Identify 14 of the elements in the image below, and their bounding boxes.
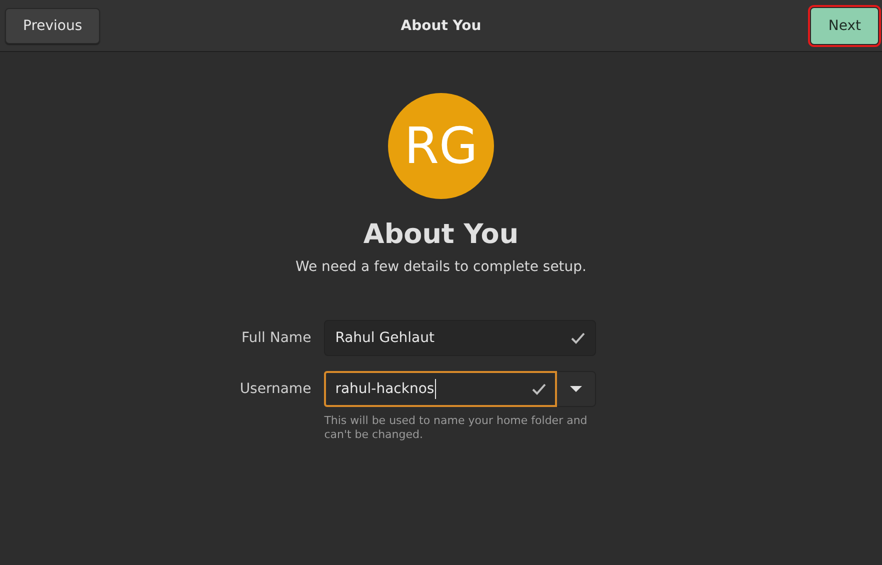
text-cursor — [435, 379, 436, 399]
field-label: Full Name — [240, 329, 312, 348]
window-title: About You — [400, 18, 482, 34]
subtitle: We need a few details to complete setup. — [295, 259, 587, 275]
input-field[interactable]: rahul-hacknos — [324, 371, 558, 407]
dropdown-button[interactable] — [557, 371, 596, 407]
hint-text: This will be used to name your home folder and can't be changed. — [324, 414, 588, 442]
dropdown-icon — [570, 386, 582, 392]
field-label: Username — [240, 380, 312, 399]
page-heading: About You — [363, 219, 519, 250]
input-field[interactable]: Rahul Gehlaut — [324, 320, 596, 356]
avatar: RG — [388, 93, 494, 199]
previous-button[interactable]: Previous — [5, 8, 100, 44]
next-button[interactable]: Next — [810, 6, 879, 44]
